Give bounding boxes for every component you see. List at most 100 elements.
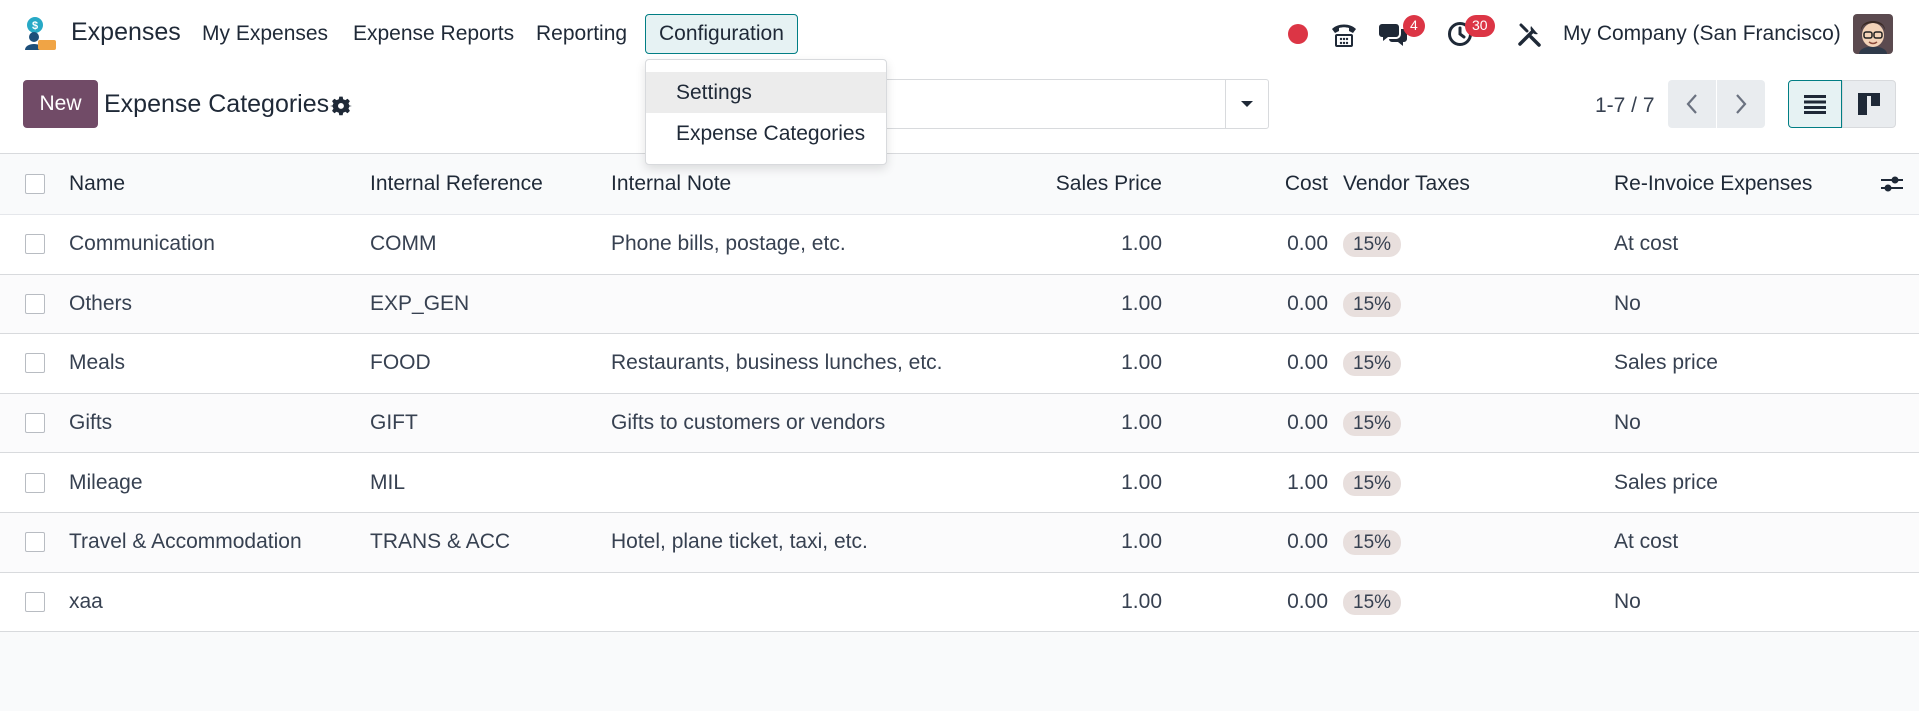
vendor-tax-tag[interactable]: 15% xyxy=(1343,470,1402,496)
row-checkbox[interactable] xyxy=(25,234,45,255)
cell-cost[interactable]: 0.00 xyxy=(1287,530,1328,554)
column-header-sales-price[interactable]: Sales Price xyxy=(1056,172,1162,196)
row-checkbox[interactable] xyxy=(25,472,45,493)
cell-re-invoice-expenses[interactable]: At cost xyxy=(1614,530,1678,554)
control-panel: New Expense Categories 1-7 / 7 xyxy=(0,70,1919,154)
row-checkbox[interactable] xyxy=(25,413,45,434)
cell-re-invoice-expenses[interactable]: No xyxy=(1614,292,1641,316)
cell-sales-price[interactable]: 1.00 xyxy=(1121,292,1162,316)
cell-internal-reference[interactable]: TRANS & ACC xyxy=(370,530,510,554)
new-button[interactable]: New xyxy=(23,80,98,128)
column-header-re-invoice-expenses[interactable]: Re-Invoice Expenses xyxy=(1614,172,1812,196)
recording-indicator-icon[interactable] xyxy=(1288,24,1308,44)
column-header-vendor-taxes[interactable]: Vendor Taxes xyxy=(1343,172,1470,196)
debug-tools-icon[interactable] xyxy=(1516,20,1544,48)
cell-re-invoice-expenses[interactable]: Sales price xyxy=(1614,351,1718,375)
cell-name[interactable]: xaa xyxy=(69,590,103,614)
phone-icon[interactable] xyxy=(1330,20,1358,48)
cell-re-invoice-expenses[interactable]: Sales price xyxy=(1614,471,1718,495)
caret-down-icon xyxy=(1241,101,1253,107)
column-header-internal-reference[interactable]: Internal Reference xyxy=(370,172,543,196)
menu-configuration[interactable]: Configuration xyxy=(645,14,798,54)
cell-internal-note[interactable]: Hotel, plane ticket, taxi, etc. xyxy=(611,530,868,554)
cell-name[interactable]: Meals xyxy=(69,351,125,375)
cell-sales-price[interactable]: 1.00 xyxy=(1121,232,1162,256)
cell-cost[interactable]: 0.00 xyxy=(1287,411,1328,435)
cell-sales-price[interactable]: 1.00 xyxy=(1121,411,1162,435)
search-options-toggle[interactable] xyxy=(1225,80,1268,128)
kanban-view-button[interactable] xyxy=(1842,80,1896,128)
vendor-tax-tag[interactable]: 15% xyxy=(1343,589,1402,615)
cell-internal-note[interactable]: Restaurants, business lunches, etc. xyxy=(611,351,943,375)
cell-sales-price[interactable]: 1.00 xyxy=(1121,351,1162,375)
pager-previous-button[interactable] xyxy=(1668,80,1716,128)
table-row[interactable]: Communication COMM Phone bills, postage, e… xyxy=(0,215,1919,275)
cell-internal-note[interactable]: Gifts to customers or vendors xyxy=(611,411,885,435)
table-row[interactable]: Meals FOOD Restaurants, business lunches, … xyxy=(0,334,1919,394)
cell-sales-price[interactable]: 1.00 xyxy=(1121,590,1162,614)
app-name[interactable]: Expenses xyxy=(71,18,181,47)
table-row[interactable]: Mileage MIL 1.00 1.00 15% Sales price xyxy=(0,453,1919,513)
vendor-tax-tag[interactable]: 15% xyxy=(1343,232,1402,258)
column-header-internal-note[interactable]: Internal Note xyxy=(611,172,731,196)
activities-count-badge: 30 xyxy=(1465,15,1495,37)
user-avatar-image-icon xyxy=(1853,14,1893,54)
cell-re-invoice-expenses[interactable]: At cost xyxy=(1614,232,1678,256)
cell-name[interactable]: Travel & Accommodation xyxy=(69,530,302,554)
column-header-cost[interactable]: Cost xyxy=(1285,172,1328,196)
row-checkbox[interactable] xyxy=(25,293,45,314)
chevron-left-icon xyxy=(1686,94,1697,114)
company-switcher[interactable]: My Company (San Francisco) xyxy=(1563,22,1841,46)
vendor-tax-tag[interactable]: 15% xyxy=(1343,530,1402,556)
pager-value[interactable]: 1-7 / 7 xyxy=(1595,94,1655,118)
table-row[interactable]: Travel & Accommodation TRANS & ACC Hotel, … xyxy=(0,512,1919,573)
dropdown-item-expense-categories[interactable]: Expense Categories xyxy=(646,113,886,154)
cell-name[interactable]: Others xyxy=(69,292,132,316)
expenses-app-icon[interactable]: $ xyxy=(22,16,58,52)
top-navbar: $ Expenses My Expenses Expense Reports R… xyxy=(0,0,1919,70)
cell-internal-reference[interactable]: GIFT xyxy=(370,411,418,435)
row-checkbox[interactable] xyxy=(25,591,45,612)
search-input[interactable] xyxy=(860,79,1269,129)
menu-reporting[interactable]: Reporting xyxy=(536,22,627,46)
pager-next-button[interactable] xyxy=(1717,80,1765,128)
messages-count-badge: 4 xyxy=(1403,15,1425,37)
cell-internal-note[interactable]: Phone bills, postage, etc. xyxy=(611,232,846,256)
table-row[interactable]: xaa 1.00 0.00 15% No xyxy=(0,573,1919,633)
cell-cost[interactable]: 0.00 xyxy=(1287,590,1328,614)
expense-categories-table: Name Internal Reference Internal Note Sa… xyxy=(0,154,1919,633)
column-header-name[interactable]: Name xyxy=(69,172,125,196)
table-row[interactable]: Gifts GIFT Gifts to customers or vendors 1.… xyxy=(0,393,1919,454)
cell-internal-reference[interactable]: COMM xyxy=(370,232,437,256)
select-all-checkbox[interactable] xyxy=(25,174,45,194)
cell-cost[interactable]: 0.00 xyxy=(1287,232,1328,256)
user-avatar[interactable] xyxy=(1853,14,1893,54)
dropdown-item-settings[interactable]: Settings xyxy=(646,72,886,113)
cell-sales-price[interactable]: 1.00 xyxy=(1121,471,1162,495)
cell-cost[interactable]: 1.00 xyxy=(1287,471,1328,495)
row-checkbox[interactable] xyxy=(25,353,45,374)
gear-icon[interactable] xyxy=(330,95,352,117)
optional-columns-sliders-icon[interactable] xyxy=(1880,174,1904,194)
row-checkbox[interactable] xyxy=(25,532,45,553)
cell-cost[interactable]: 0.00 xyxy=(1287,292,1328,316)
list-view-button[interactable] xyxy=(1788,80,1842,128)
cell-internal-reference[interactable]: EXP_GEN xyxy=(370,292,469,316)
cell-name[interactable]: Gifts xyxy=(69,411,112,435)
cell-name[interactable]: Mileage xyxy=(69,471,143,495)
cell-internal-reference[interactable]: MIL xyxy=(370,471,405,495)
cell-internal-reference[interactable]: FOOD xyxy=(370,351,431,375)
vendor-tax-tag[interactable]: 15% xyxy=(1343,291,1402,317)
vendor-tax-tag[interactable]: 15% xyxy=(1343,351,1402,377)
table-row[interactable]: Others EXP_GEN 1.00 0.00 15% No xyxy=(0,274,1919,335)
vendor-tax-tag[interactable]: 15% xyxy=(1343,411,1402,437)
cell-sales-price[interactable]: 1.00 xyxy=(1121,530,1162,554)
cell-re-invoice-expenses[interactable]: No xyxy=(1614,411,1641,435)
cell-name[interactable]: Communication xyxy=(69,232,215,256)
menu-my-expenses[interactable]: My Expenses xyxy=(202,22,328,46)
cell-cost[interactable]: 0.00 xyxy=(1287,351,1328,375)
configuration-dropdown-menu: Settings Expense Categories xyxy=(645,59,887,165)
cell-re-invoice-expenses[interactable]: No xyxy=(1614,590,1641,614)
menu-expense-reports[interactable]: Expense Reports xyxy=(353,22,514,46)
page-title[interactable]: Expense Categories xyxy=(104,90,329,119)
